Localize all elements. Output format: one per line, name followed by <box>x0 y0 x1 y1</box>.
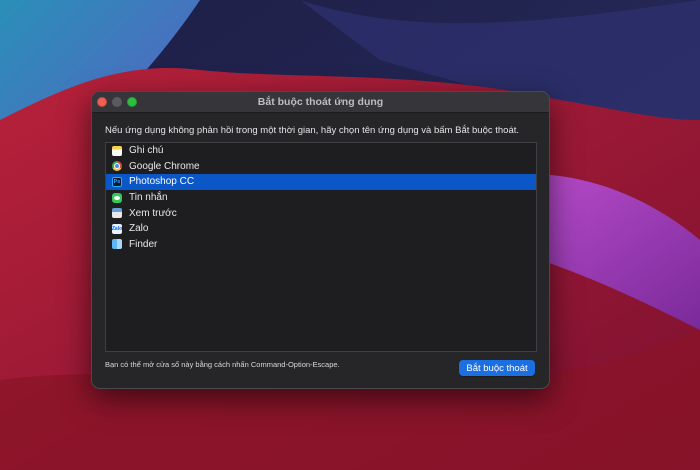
list-item-google-chrome[interactable]: Google Chrome <box>106 159 536 175</box>
zalo-icon: Zalo <box>111 223 123 234</box>
list-item-photoshop-cc[interactable]: Ps Photoshop CC <box>106 174 536 190</box>
finder-icon <box>112 239 122 250</box>
list-item-finder[interactable]: Finder <box>106 237 536 253</box>
app-name: Zalo <box>129 223 149 235</box>
notes-icon <box>112 145 122 156</box>
list-item-ghi-chu[interactable]: Ghi chú <box>106 143 536 159</box>
app-name: Ghi chú <box>129 145 164 157</box>
list-item-xem-truoc[interactable]: Xem trước <box>106 205 536 221</box>
chrome-icon <box>112 161 122 172</box>
app-name: Finder <box>129 238 158 250</box>
app-name: Xem trước <box>129 207 177 219</box>
photoshop-icon: Ps <box>112 176 122 187</box>
app-name: Google Chrome <box>129 160 200 172</box>
force-quit-button[interactable]: Bắt buộc thoát <box>459 360 535 376</box>
window-title: Bắt buộc thoát ứng dụng <box>257 96 384 108</box>
shortcut-hint: Bạn có thể mở cửa sổ này bằng cách nhấn … <box>105 360 340 369</box>
app-name: Photoshop CC <box>129 176 195 188</box>
force-quit-window: Bắt buộc thoát ứng dụng Nếu ứng dụng khô… <box>91 91 550 389</box>
list-item-tin-nhan[interactable]: Tin nhắn <box>106 190 536 206</box>
instructions-text: Nếu ứng dụng không phản hồi trong một th… <box>105 125 520 136</box>
list-item-zalo[interactable]: Zalo Zalo <box>106 221 536 237</box>
app-list[interactable]: Ghi chú Google Chrome Ps Photoshop CC Ti… <box>105 142 537 352</box>
title-bar: Bắt buộc thoát ứng dụng <box>92 92 549 113</box>
app-name: Tin nhắn <box>129 192 168 204</box>
messages-icon <box>112 192 122 203</box>
preview-icon <box>112 208 122 219</box>
